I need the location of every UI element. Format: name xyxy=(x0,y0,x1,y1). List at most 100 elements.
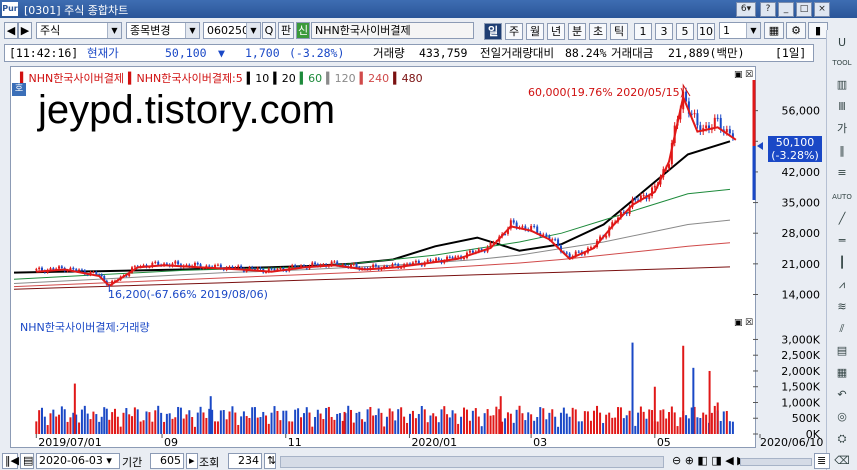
period-badge[interactable]: [1일] xyxy=(775,45,806,61)
legend-item[interactable]: ▍NHN한국사이버결제:5 xyxy=(128,72,243,85)
period-minute[interactable]: 분 xyxy=(568,23,586,40)
legend-item[interactable]: ▍240 xyxy=(360,72,389,85)
undo-icon[interactable]: ↶ xyxy=(832,386,852,404)
horizontal-line-icon[interactable]: ═ xyxy=(832,232,852,250)
help-icon[interactable]: ? xyxy=(760,2,776,17)
price-tick-label: 21,000 xyxy=(782,258,821,271)
list-icon[interactable]: ≣ xyxy=(814,453,830,469)
target-icon[interactable]: ◎ xyxy=(832,408,852,426)
compare-icon[interactable]: ≡ xyxy=(832,164,852,182)
query-label: 조회 xyxy=(199,456,220,469)
panel-minimize-icon[interactable]: ▣ xyxy=(734,318,743,328)
interval-input[interactable]: 1 ▼ xyxy=(719,22,761,39)
candle-icon[interactable]: ‖ xyxy=(832,142,852,160)
chevron-down-icon: ▼ xyxy=(746,23,760,38)
legend-item[interactable]: ▍120 xyxy=(326,72,355,85)
judge-button[interactable]: 판 xyxy=(278,22,294,39)
prev-ratio-label: 전일거래량대비 xyxy=(480,46,555,60)
interval-3[interactable]: 3 xyxy=(655,23,673,40)
pattern-icon[interactable]: ▤ xyxy=(832,342,852,360)
new-badge[interactable]: 신 xyxy=(296,22,310,39)
period-day[interactable]: 일 xyxy=(484,23,502,40)
display-count-input[interactable]: 234 xyxy=(228,453,262,469)
query-icon[interactable]: ▸ xyxy=(186,453,198,469)
toggle-panel-icon[interactable]: ▮ xyxy=(808,22,828,39)
bottom-bar: ‖◀ ▤ 2020-06-03 ▾ 기간 605 ▸ 조회 234 ⇅ ⊖ ⊕ … xyxy=(0,452,857,470)
calendar-icon[interactable]: ▤ xyxy=(20,453,34,469)
legend-item[interactable]: ▍10 xyxy=(247,72,269,85)
auto-icon[interactable]: AUTO xyxy=(832,188,852,206)
interval-1[interactable]: 1 xyxy=(634,23,652,40)
tool-icon[interactable]: TOOL xyxy=(832,54,852,72)
legend-item[interactable]: ▍60 xyxy=(300,72,322,85)
period-year[interactable]: 년 xyxy=(547,23,565,40)
panel-minimize-icon[interactable]: ▣ xyxy=(734,70,743,80)
interval-10[interactable]: 10 xyxy=(697,23,715,40)
window-title: [0301] 주식 종합차트 xyxy=(24,4,129,17)
quote-price: 50,100 xyxy=(165,46,207,60)
current-price-marker xyxy=(757,142,763,150)
spin-icon[interactable]: ⇅ xyxy=(264,453,276,469)
quote-bar: [11:42:16] 현재가 50,100 ▼ 1,700 (-3.28%) 거… xyxy=(4,44,814,62)
legend-item[interactable]: ▍20 xyxy=(273,72,295,85)
next-arrow-icon[interactable]: ▶ xyxy=(18,22,32,39)
legend-item[interactable]: ▍NHN한국사이버결제 xyxy=(20,72,124,85)
fibonacci-icon[interactable]: ≋ xyxy=(832,298,852,316)
period-tick[interactable]: 틱 xyxy=(610,23,628,40)
volume-tick-label: 0K xyxy=(806,428,821,441)
current-change-value: (-3.28%) xyxy=(771,149,819,162)
trend-line-icon[interactable]: ╱ xyxy=(832,210,852,228)
panel-close-icon[interactable]: ☒ xyxy=(745,70,753,80)
prev-arrow-icon[interactable]: ◀ xyxy=(4,22,18,39)
prev-ratio-value: 88.24% xyxy=(565,46,607,60)
vertical-line-icon[interactable]: ┃ xyxy=(832,254,852,272)
zigzag-icon[interactable]: ⩘ xyxy=(832,276,852,294)
toolbar: ◀ ▶ 주식 ▼ 종목변경 ▼ 060250 ▼ Q 판 신 NHN한국사이버결제 일… xyxy=(0,20,857,42)
current-price-tag: 50,100 (-3.28%) xyxy=(768,136,822,162)
panel-close-icon[interactable]: ☒ xyxy=(745,318,753,328)
search-icon[interactable]: Q xyxy=(262,22,276,39)
channel-icon[interactable]: ⫽ xyxy=(832,320,852,338)
settings-icon[interactable]: ⚙ xyxy=(786,22,806,39)
period-count-input[interactable]: 605 xyxy=(150,453,184,469)
period-month[interactable]: 월 xyxy=(526,23,544,40)
period-second[interactable]: 초 xyxy=(589,23,607,40)
window-titlebar: Pur [0301] 주식 종합차트 6▾ ? _ □ × xyxy=(0,0,857,18)
mode-select[interactable]: 종목변경 ▼ xyxy=(126,22,200,39)
market-select[interactable]: 주식 ▼ xyxy=(36,22,122,39)
maximize-icon[interactable]: □ xyxy=(796,2,812,17)
drawing-toolbar: U TOOL ▥ Ⅲ 가 ‖ ≡ AUTO ╱ ═ ┃ ⩘ ≋ ⫽ ▤ ▦ ↶ … xyxy=(826,30,857,470)
interval-5[interactable]: 5 xyxy=(676,23,694,40)
volume-tick-label: 1,000K xyxy=(781,396,820,409)
chevron-down-icon: ▼ xyxy=(185,23,199,38)
volume-tick-label: 1,500K xyxy=(781,381,820,394)
underline-icon[interactable]: U xyxy=(832,34,852,52)
scroll-left-icon[interactable]: ‖◀ xyxy=(2,453,19,469)
volume-label: 거래량 xyxy=(373,46,405,60)
price-tick-label: 35,000 xyxy=(782,197,821,210)
app-logo: Pur xyxy=(2,2,18,16)
chart-settings-icon[interactable]: ⛭ xyxy=(832,430,852,448)
period-week[interactable]: 주 xyxy=(505,23,523,40)
bar-chart-icon[interactable]: ▥ xyxy=(832,76,852,94)
price-tick-label: 14,000 xyxy=(782,288,821,301)
amount-value: 21,889(백만) xyxy=(668,46,745,60)
volume-tick-label: 3,000K xyxy=(781,333,820,346)
stock-code-input[interactable]: 060250 ▼ xyxy=(203,22,261,39)
page-number[interactable]: 6▾ xyxy=(736,2,756,17)
quote-label: 현재가 xyxy=(87,46,119,60)
close-icon[interactable]: × xyxy=(814,2,830,17)
current-price-value: 50,100 xyxy=(775,136,815,149)
horizontal-scrollbar[interactable] xyxy=(280,456,664,468)
mode-badge[interactable]: 호 xyxy=(12,83,26,96)
indicator-icon[interactable]: Ⅲ xyxy=(832,98,852,116)
legend-item[interactable]: ▍480 xyxy=(393,72,422,85)
zoom-slider[interactable] xyxy=(740,458,812,466)
start-date-input[interactable]: 2020-06-03 ▾ xyxy=(36,453,120,469)
min-price-annotation: 16,200(-67.66% 2019/08/06) xyxy=(108,288,268,301)
candle-settings-icon[interactable]: ▦ xyxy=(832,364,852,382)
period-label: 기간 xyxy=(122,456,143,469)
minimize-icon[interactable]: _ xyxy=(778,2,794,17)
price-icon[interactable]: 가 xyxy=(832,120,852,138)
grid-icon[interactable]: ▦ xyxy=(764,22,784,39)
